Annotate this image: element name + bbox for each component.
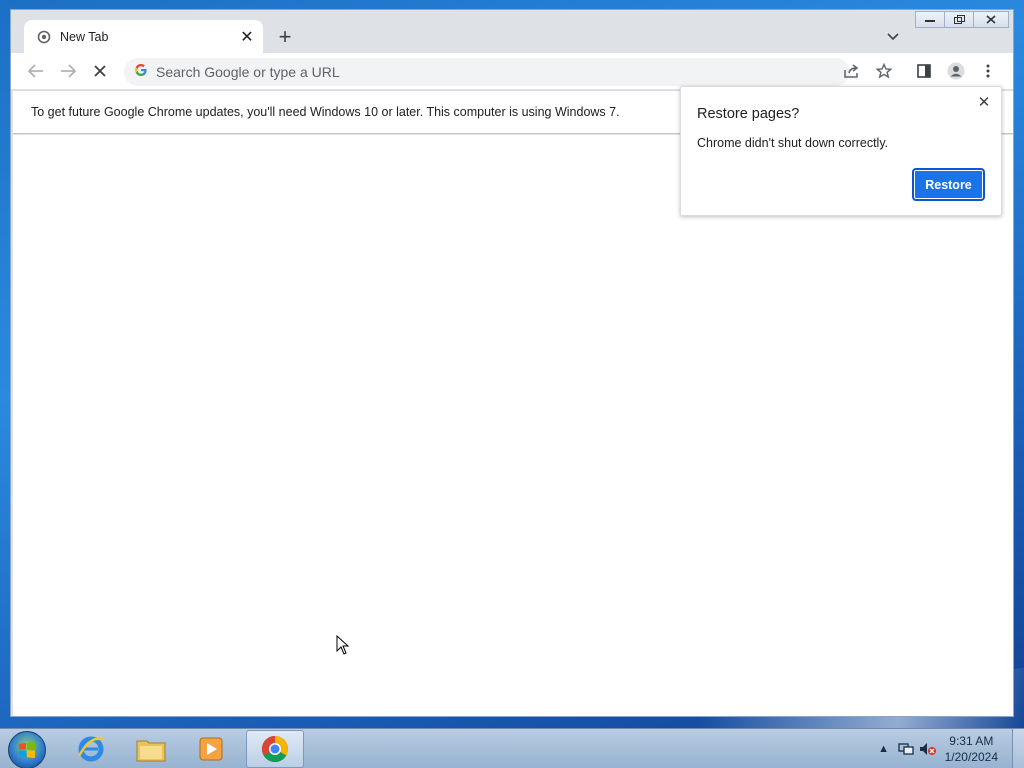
- show-desktop-button[interactable]: [1012, 729, 1024, 768]
- dialog-title: Restore pages?: [697, 106, 800, 122]
- restore-pages-dialog: Restore pages? Chrome didn't shut down c…: [680, 86, 1002, 216]
- media-player-icon[interactable]: [182, 730, 240, 768]
- clock-date: 1/20/2024: [944, 750, 998, 764]
- tab-title: New Tab: [60, 29, 109, 44]
- minimize-icon[interactable]: [915, 11, 945, 28]
- dialog-close-icon[interactable]: ✕: [975, 93, 993, 111]
- menu-kebab-icon[interactable]: [974, 57, 1002, 85]
- share-icon[interactable]: [838, 57, 866, 85]
- address-input[interactable]: [156, 64, 796, 80]
- windows-logo-icon: [19, 742, 35, 758]
- restore-button[interactable]: Restore: [912, 168, 985, 201]
- tab-search-icon[interactable]: [883, 27, 903, 47]
- chrome-icon[interactable]: [246, 730, 304, 768]
- back-arrow-icon[interactable]: [22, 57, 50, 85]
- tab-close-icon[interactable]: ✕: [237, 27, 257, 47]
- tab-new-tab[interactable]: New Tab ✕: [24, 20, 263, 53]
- bookmark-star-icon[interactable]: [870, 57, 898, 85]
- internet-explorer-icon[interactable]: [62, 730, 120, 768]
- system-tray: ▲ 9:31 AM 1/20/2024: [873, 729, 1024, 768]
- window-caption-buttons: [915, 11, 1009, 28]
- show-hidden-icons-icon[interactable]: ▲: [873, 738, 895, 760]
- browser-toolbar: [11, 53, 1013, 89]
- page-content[interactable]: [13, 135, 1013, 716]
- taskbar: ▲ 9:31 AM 1/20/2024: [0, 728, 1024, 768]
- omnibox[interactable]: [124, 58, 850, 86]
- tab-strip: New Tab ✕ +: [11, 10, 1013, 53]
- profile-avatar-icon[interactable]: [942, 57, 970, 85]
- stop-loading-icon[interactable]: [86, 57, 114, 85]
- restore-down-icon[interactable]: [944, 11, 974, 28]
- clock-time: 9:31 AM: [949, 734, 994, 748]
- mouse-cursor-icon: [336, 634, 350, 660]
- taskbar-clock[interactable]: 9:31 AM 1/20/2024: [945, 733, 998, 765]
- start-button[interactable]: [8, 731, 46, 768]
- new-tab-button[interactable]: +: [273, 25, 297, 49]
- chrome-loading-icon: [36, 29, 52, 45]
- file-explorer-icon[interactable]: [122, 730, 180, 768]
- dialog-message: Chrome didn't shut down correctly.: [697, 136, 889, 150]
- google-g-icon: [134, 63, 148, 82]
- side-panel-icon[interactable]: [910, 57, 938, 85]
- infobar-message: To get future Google Chrome updates, you…: [31, 105, 620, 119]
- volume-muted-icon[interactable]: [917, 738, 939, 760]
- network-icon[interactable]: [895, 738, 917, 760]
- forward-arrow-icon[interactable]: [54, 57, 82, 85]
- window-close-icon[interactable]: [973, 11, 1009, 28]
